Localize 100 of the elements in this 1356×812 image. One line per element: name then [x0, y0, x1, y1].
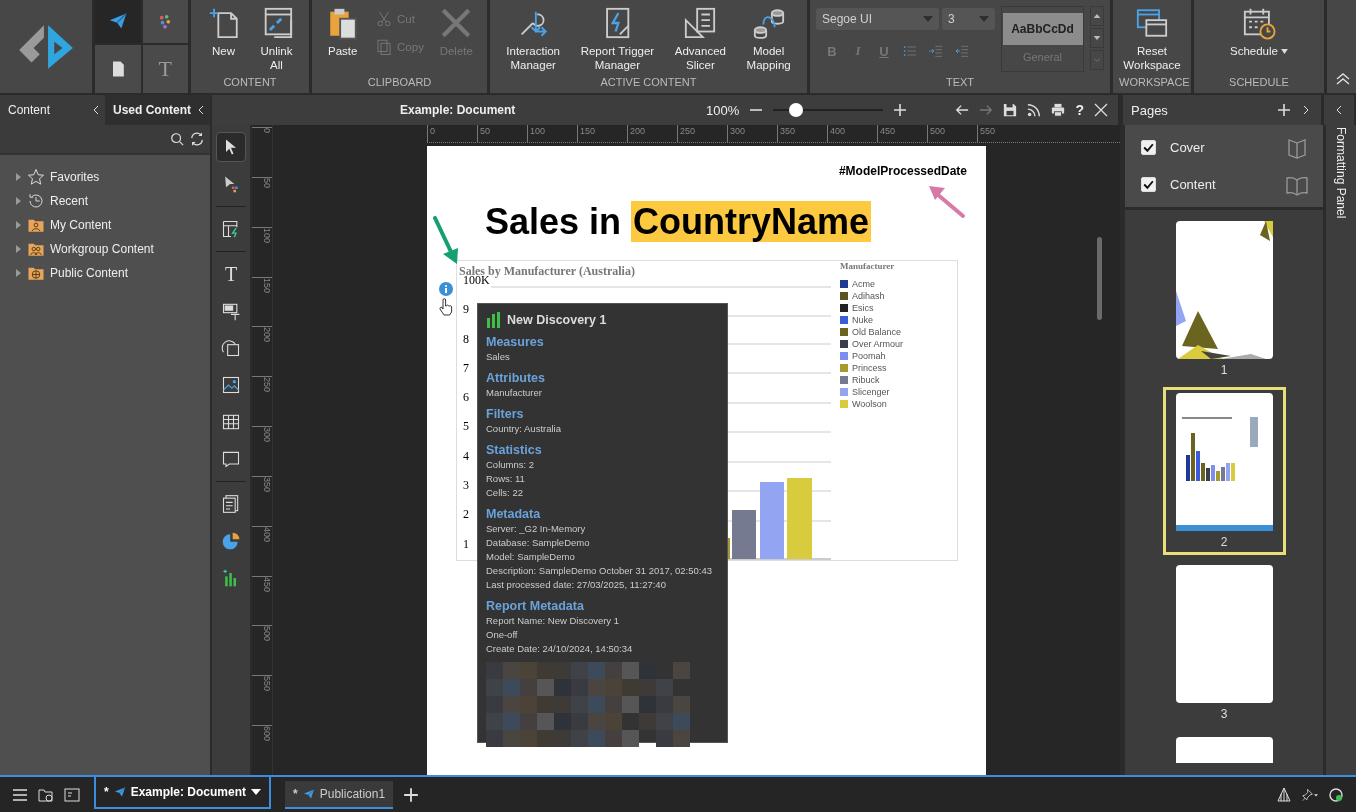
- caret-icon[interactable]: [251, 788, 262, 795]
- expand-arrow-icon[interactable]: [16, 220, 22, 229]
- mode-tile[interactable]: [142, 0, 188, 43]
- tree-item[interactable]: Favorites: [16, 167, 210, 186]
- tooltip-text: Create Date: 24/10/2024, 14:50:34: [486, 642, 634, 656]
- legend-label: Princess: [852, 363, 887, 373]
- zoom-in-icon[interactable]: [893, 103, 908, 117]
- outdent-icon: [954, 43, 970, 59]
- expand-arrow-icon[interactable]: [16, 196, 22, 205]
- tree-item[interactable]: Workgroup Content: [16, 239, 210, 258]
- page-thumbnail[interactable]: 2: [1162, 387, 1286, 555]
- legend-label: Acme: [852, 279, 875, 289]
- chart-bar: [732, 510, 756, 559]
- close-icon[interactable]: [1094, 103, 1108, 117]
- refresh-icon[interactable]: [190, 132, 204, 146]
- expand-arrow-icon[interactable]: [16, 268, 22, 277]
- menu-icon[interactable]: [12, 786, 28, 803]
- chevron-left-icon[interactable]: [198, 105, 204, 115]
- tooltip-text: Report Name: New Discovery 1: [486, 614, 621, 628]
- print-icon[interactable]: [1051, 103, 1066, 117]
- slider-thumb[interactable]: [789, 103, 804, 117]
- image-icon: [221, 375, 241, 395]
- document-tab[interactable]: * Example: Document: [94, 776, 272, 809]
- bar-chart-icon: [486, 312, 502, 328]
- section-heading: Filters: [486, 406, 525, 422]
- calendar-clock-icon: [1242, 6, 1276, 40]
- ruler-label: 300: [252, 426, 272, 476]
- rss-icon[interactable]: [1027, 103, 1042, 117]
- tooltip-text: Cells: 22: [486, 486, 524, 500]
- info-icon[interactable]: [439, 282, 453, 296]
- ribbon-button[interactable]: Report Trigger Manager: [580, 6, 655, 72]
- ribbon-button[interactable]: Advanced Slicer: [674, 6, 726, 72]
- mode-tile[interactable]: [95, 0, 141, 43]
- page-thumbnail[interactable]: 1: [1162, 215, 1286, 383]
- help-button[interactable]: ?: [1075, 102, 1084, 118]
- screen-icon[interactable]: [64, 786, 80, 803]
- search-icon[interactable]: [170, 132, 184, 146]
- ribbon-button[interactable]: Schedule: [1230, 6, 1288, 58]
- caret-icon: [979, 16, 989, 22]
- tree-item[interactable]: Public Content: [16, 263, 210, 282]
- section-label: Cover: [1170, 140, 1206, 155]
- pyramid-icon[interactable]: [1276, 786, 1292, 803]
- ribbon-button[interactable]: New: [206, 6, 241, 58]
- back-arrow-icon[interactable]: [955, 103, 970, 117]
- tooltip-text: Manufacturer: [486, 386, 543, 400]
- document-tab[interactable]: * Publication1: [285, 780, 394, 809]
- add-page-icon[interactable]: [1277, 103, 1291, 117]
- chevron-right-icon[interactable]: [1303, 105, 1309, 115]
- chevron-left-icon[interactable]: [1336, 105, 1342, 115]
- ruler-label: 50: [252, 176, 272, 227]
- checkbox[interactable]: [1141, 140, 1156, 155]
- paper-plane-icon: [113, 785, 126, 798]
- ruler-label: 550: [977, 125, 1027, 142]
- style-preview[interactable]: AaBbCcDd: [1002, 13, 1083, 45]
- chevron-left-icon[interactable]: [93, 105, 99, 115]
- expand-arrow-icon[interactable]: [16, 172, 22, 181]
- tool-button[interactable]: [216, 132, 246, 162]
- document-title: Example: Document: [400, 103, 517, 117]
- add-tab-icon[interactable]: [403, 786, 420, 803]
- section-heading: Metadata: [486, 506, 542, 522]
- gauge-icon[interactable]: [1328, 786, 1344, 803]
- save-icon[interactable]: [1003, 103, 1018, 117]
- tooltip-text: Rows: 11: [486, 472, 526, 486]
- history-icon: [27, 191, 45, 210]
- copy-icon: [375, 38, 394, 56]
- legend-label: Old Balance: [852, 327, 902, 337]
- mode-tile[interactable]: [95, 44, 141, 93]
- tree-item[interactable]: My Content: [16, 215, 210, 234]
- ribbon-button[interactable]: Model Mapping: [746, 6, 791, 72]
- scroll-down-icon[interactable]: [1090, 28, 1104, 48]
- panel-tab[interactable]: Used Content: [105, 95, 210, 125]
- ruler-label: 150: [252, 276, 272, 327]
- tool-button[interactable]: T: [216, 259, 246, 289]
- checkbox[interactable]: [1141, 177, 1156, 192]
- page-number: 1: [1220, 363, 1228, 377]
- pin-icon[interactable]: [1302, 786, 1318, 803]
- ruler-label: 350: [252, 475, 272, 526]
- tree-item[interactable]: Recent: [16, 191, 210, 210]
- collapse-ribbon-icon[interactable]: [1336, 73, 1350, 85]
- folder-search-icon[interactable]: [38, 786, 54, 803]
- tooltip-text: Columns: 2: [486, 458, 536, 472]
- ribbon-button[interactable]: Unlink All: [259, 6, 294, 72]
- legend-label: Poomah: [852, 351, 886, 361]
- ruler-label: 200: [252, 326, 272, 377]
- indent-icon: [928, 43, 944, 59]
- section-heading: Attributes: [486, 370, 547, 386]
- ruler-label: 400: [252, 525, 272, 576]
- hand-cursor-icon: [439, 298, 453, 316]
- panel-title[interactable]: Formatting Panel: [1334, 127, 1348, 219]
- group-label: ACTIVE CONTENT: [599, 76, 698, 90]
- bullet-list-icon: [902, 43, 918, 59]
- ribbon-button[interactable]: Interaction Manager: [506, 6, 560, 72]
- scrollbar[interactable]: [1097, 237, 1102, 320]
- panel-tab[interactable]: Content: [0, 95, 105, 125]
- ribbon-button[interactable]: Paste: [325, 6, 360, 58]
- caret-icon: [923, 16, 933, 22]
- expand-arrow-icon[interactable]: [16, 244, 22, 253]
- scroll-up-icon[interactable]: [1090, 6, 1104, 26]
- page-thumbnail[interactable]: 3: [1162, 559, 1286, 727]
- ribbon-button[interactable]: Reset Workspace: [1123, 6, 1181, 72]
